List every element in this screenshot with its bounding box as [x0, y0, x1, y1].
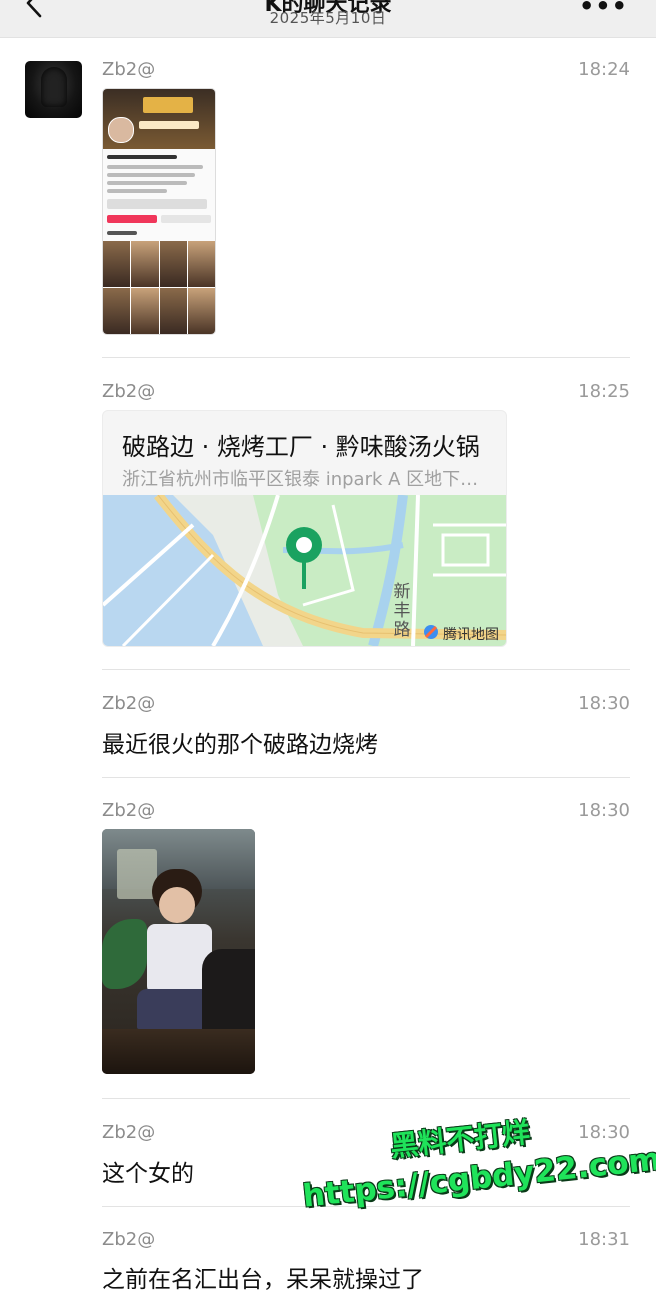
sender-name: Zb2@ [102, 800, 156, 821]
message-text: 最近很火的那个破路边烧烤 [102, 732, 378, 758]
message-time: 18:30 [578, 800, 630, 821]
message-divider [102, 1098, 630, 1099]
sender-name: Zb2@ [102, 693, 156, 714]
message-item: Zb2@ 18:25 破路边 · 烧烤工厂 · 黔味酸汤火锅 浙江省杭州市临平区… [102, 381, 630, 651]
message-item: Zb2@ 18:31 之前在名汇出台，呆呆就操过了 [102, 1229, 630, 1293]
sender-name: Zb2@ [102, 59, 156, 80]
sender-name: Zb2@ [102, 381, 156, 402]
message-item: Zb2@ 18:30 [102, 800, 630, 1080]
more-options-icon[interactable]: ••• [579, 0, 628, 20]
message-divider [102, 669, 630, 670]
map-provider-label: 腾讯地图 [443, 627, 499, 643]
sender-avatar[interactable] [25, 61, 82, 118]
message-text: 之前在名汇出台，呆呆就操过了 [102, 1267, 424, 1293]
message-time: 18:30 [578, 1122, 630, 1143]
sender-name: Zb2@ [102, 1122, 156, 1143]
screenshot-image[interactable] [102, 88, 216, 335]
sender-name: Zb2@ [102, 1229, 156, 1250]
tencent-map-logo-icon [424, 625, 438, 639]
message-time: 18:30 [578, 693, 630, 714]
message-time: 18:25 [578, 381, 630, 402]
message-time: 18:31 [578, 1229, 630, 1250]
message-divider [102, 357, 630, 358]
location-card[interactable]: 破路边 · 烧烤工厂 · 黔味酸汤火锅 浙江省杭州市临平区银泰 inpark A… [102, 410, 507, 647]
message-item: Zb2@ 18:30 最近很火的那个破路边烧烤 [102, 693, 630, 763]
message-divider [102, 777, 630, 778]
photo-image[interactable] [102, 829, 255, 1074]
chat-header: K的聊天记录 2025年5月10日 ••• [0, 0, 656, 38]
message-text: 这个女的 [102, 1161, 194, 1187]
location-name: 破路边 · 烧烤工厂 · 黔味酸汤火锅 [122, 433, 480, 461]
map-road-label: 新丰路 [393, 582, 411, 640]
message-time: 18:24 [578, 59, 630, 80]
location-address: 浙江省杭州市临平区银泰 inpark A 区地下一层 [122, 469, 492, 490]
message-item: Zb2@ 18:24 [102, 59, 630, 339]
chat-date: 2025年5月10日 [269, 9, 387, 27]
